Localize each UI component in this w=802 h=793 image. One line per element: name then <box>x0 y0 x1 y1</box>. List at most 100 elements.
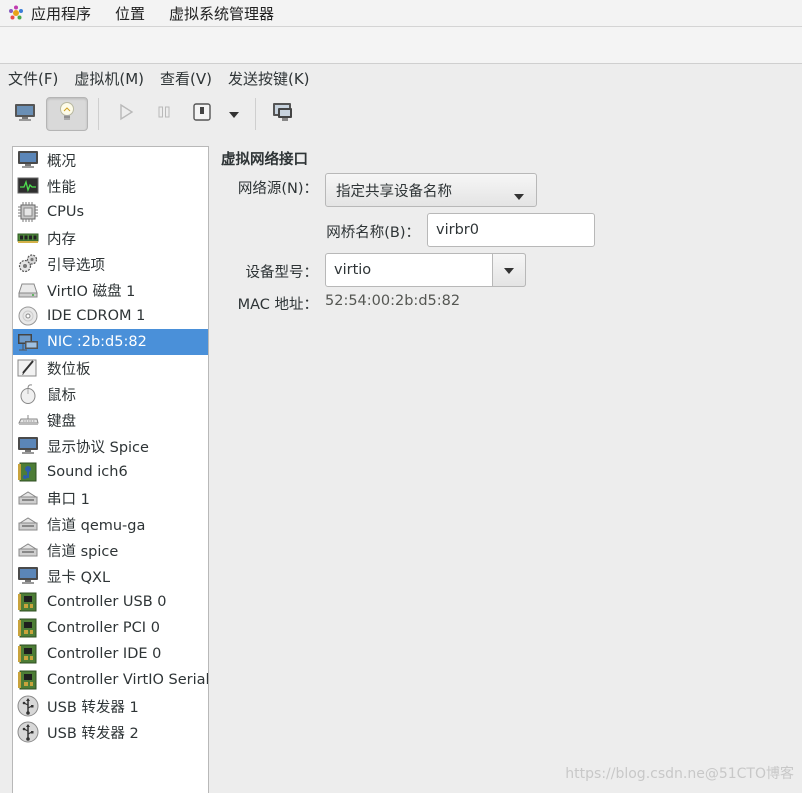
hardware-list-item[interactable]: 显卡 QXL <box>13 563 208 589</box>
controller-icon <box>16 643 40 665</box>
hardware-list-item[interactable]: 数位板 <box>13 355 208 381</box>
applications-menu[interactable]: 应用程序 <box>31 3 91 24</box>
hardware-list-item[interactable]: Sound ich6 <box>13 459 208 485</box>
hardware-list-item[interactable]: 引导选项 <box>13 251 208 277</box>
hardware-list-item[interactable]: CPUs <box>13 199 208 225</box>
lightbulb-icon <box>57 100 77 128</box>
pause-icon <box>156 104 172 124</box>
fullscreen-icon <box>271 101 295 127</box>
hardware-list-item-label: Sound ich6 <box>47 464 128 480</box>
hardware-list-item[interactable]: Controller VirtIO Serial 0 <box>13 667 208 693</box>
device-model-dropdown-button[interactable] <box>492 253 526 287</box>
gnome-foot-icon[interactable] <box>7 4 25 22</box>
window-titlebar <box>0 27 802 64</box>
hardware-list-item-label: USB 转发器 2 <box>47 725 139 742</box>
places-menu[interactable]: 位置 <box>115 3 145 24</box>
pause-button[interactable] <box>147 97 181 131</box>
memory-module-icon <box>16 227 40 249</box>
monitor-icon <box>16 149 40 171</box>
hardware-list-item[interactable]: USB 转发器 2 <box>13 719 208 745</box>
network-source-label: 网络源(N)： <box>237 181 318 197</box>
hardware-list-item-label: 性能 <box>47 179 76 196</box>
hardware-list-item[interactable]: 鼠标 <box>13 381 208 407</box>
hardware-list-item-label: 鼠标 <box>47 387 76 404</box>
cdrom-icon <box>16 305 40 327</box>
controller-icon <box>16 617 40 639</box>
menu-file[interactable]: 文件(F) <box>8 68 58 89</box>
cpu-chip-icon <box>16 201 40 223</box>
menubar: 文件(F) 虚拟机(M) 查看(V) 发送按键(K) <box>0 64 802 92</box>
active-app-menu[interactable]: 虚拟系统管理器 <box>169 3 274 24</box>
menu-view[interactable]: 查看(V) <box>160 68 212 89</box>
mac-address-label: MAC 地址： <box>237 297 318 313</box>
hardware-list-item[interactable]: 信道 spice <box>13 537 208 563</box>
hardware-list-item-label: 串口 1 <box>47 491 90 508</box>
hardware-list-item[interactable]: 键盘 <box>13 407 208 433</box>
console-view-button[interactable] <box>8 97 42 131</box>
hardware-list-item[interactable]: 概况 <box>13 147 208 173</box>
shutdown-menu-button[interactable] <box>223 97 245 131</box>
power-icon <box>192 102 212 126</box>
toolbar-separator <box>255 98 256 130</box>
hardware-list-item-label: 内存 <box>47 231 76 248</box>
usb-icon <box>16 721 40 743</box>
video-card-icon <box>16 565 40 587</box>
fullscreen-button[interactable] <box>266 97 300 131</box>
hardware-list-item[interactable]: USB 转发器 1 <box>13 693 208 719</box>
hardware-list-item-label: IDE CDROM 1 <box>47 308 146 324</box>
hardware-list-item-label: 引导选项 <box>47 257 105 274</box>
device-model-combo[interactable]: virtio <box>325 253 526 287</box>
top-panel: 应用程序 位置 虚拟系统管理器 <box>0 0 802 27</box>
hardware-list-item-label: USB 转发器 1 <box>47 699 139 716</box>
hardware-list-item-label: Controller USB 0 <box>47 594 167 610</box>
shutdown-button[interactable] <box>185 97 219 131</box>
bridge-name-label: 网桥名称(B)： <box>326 225 420 241</box>
tablet-icon <box>16 357 40 379</box>
hardware-list-item[interactable]: 显示协议 Spice <box>13 433 208 459</box>
menu-virtual-machine[interactable]: 虚拟机(M) <box>74 68 144 89</box>
hardware-list-item-label: 信道 qemu-ga <box>47 517 146 534</box>
hard-disk-icon <box>16 279 40 301</box>
hardware-list-item[interactable]: Controller PCI 0 <box>13 615 208 641</box>
hardware-list-item-label: 数位板 <box>47 361 91 378</box>
gears-icon <box>16 253 40 275</box>
hardware-list-item[interactable]: 性能 <box>13 173 208 199</box>
hardware-list: 概况性能 CPUs 内存引导选项 VirtIO 磁盘 1 IDE CDROM 1 NIC … <box>12 146 209 793</box>
hardware-list-item[interactable]: 串口 1 <box>13 485 208 511</box>
hardware-list-item-label: VirtIO 磁盘 1 <box>47 283 136 300</box>
run-button[interactable] <box>109 97 143 131</box>
network-source-combo[interactable]: 指定共享设备名称 <box>325 173 537 207</box>
channel-icon <box>16 513 40 535</box>
hardware-list-item[interactable]: IDE CDROM 1 <box>13 303 208 329</box>
device-model-label: 设备型号： <box>245 265 319 281</box>
hardware-list-item-label: 显卡 QXL <box>47 569 111 586</box>
run-icon <box>118 103 134 125</box>
hardware-list-item-label: CPUs <box>47 204 85 220</box>
chevron-down-icon <box>504 262 514 278</box>
hardware-list-item[interactable]: Controller USB 0 <box>13 589 208 615</box>
display-icon <box>16 435 40 457</box>
hardware-list-item-label: 显示协议 Spice <box>47 439 149 456</box>
toolbar <box>0 92 802 136</box>
performance-graph-icon <box>16 175 40 197</box>
details-view-button[interactable] <box>46 97 88 131</box>
mouse-icon <box>16 383 40 405</box>
bridge-name-input[interactable]: virbr0 <box>427 213 595 247</box>
hardware-list-item-label: Controller VirtIO Serial 0 <box>47 672 209 688</box>
hardware-list-item-label: 信道 spice <box>47 543 119 560</box>
toolbar-separator <box>98 98 99 130</box>
watermark: https://blog.csdn.ne@51CTO博客 <box>565 766 794 782</box>
chevron-down-icon <box>514 188 524 204</box>
details-panel: 虚拟网络接口 网络源(N)： 指定共享设备名称 网桥名称(B)： virbr0 … <box>220 146 790 346</box>
hardware-list-item[interactable]: 内存 <box>13 225 208 251</box>
network-source-value: 指定共享设备名称 <box>336 183 452 200</box>
monitor-icon <box>13 101 37 127</box>
hardware-list-item[interactable]: Controller IDE 0 <box>13 641 208 667</box>
network-card-icon <box>16 331 40 353</box>
menu-send-key[interactable]: 发送按键(K) <box>228 68 310 89</box>
hardware-list-item[interactable]: NIC :2b:d5:82 <box>13 329 208 355</box>
section-title: 虚拟网络接口 <box>221 152 308 168</box>
controller-icon <box>16 591 40 613</box>
hardware-list-item[interactable]: VirtIO 磁盘 1 <box>13 277 208 303</box>
hardware-list-item[interactable]: 信道 qemu-ga <box>13 511 208 537</box>
